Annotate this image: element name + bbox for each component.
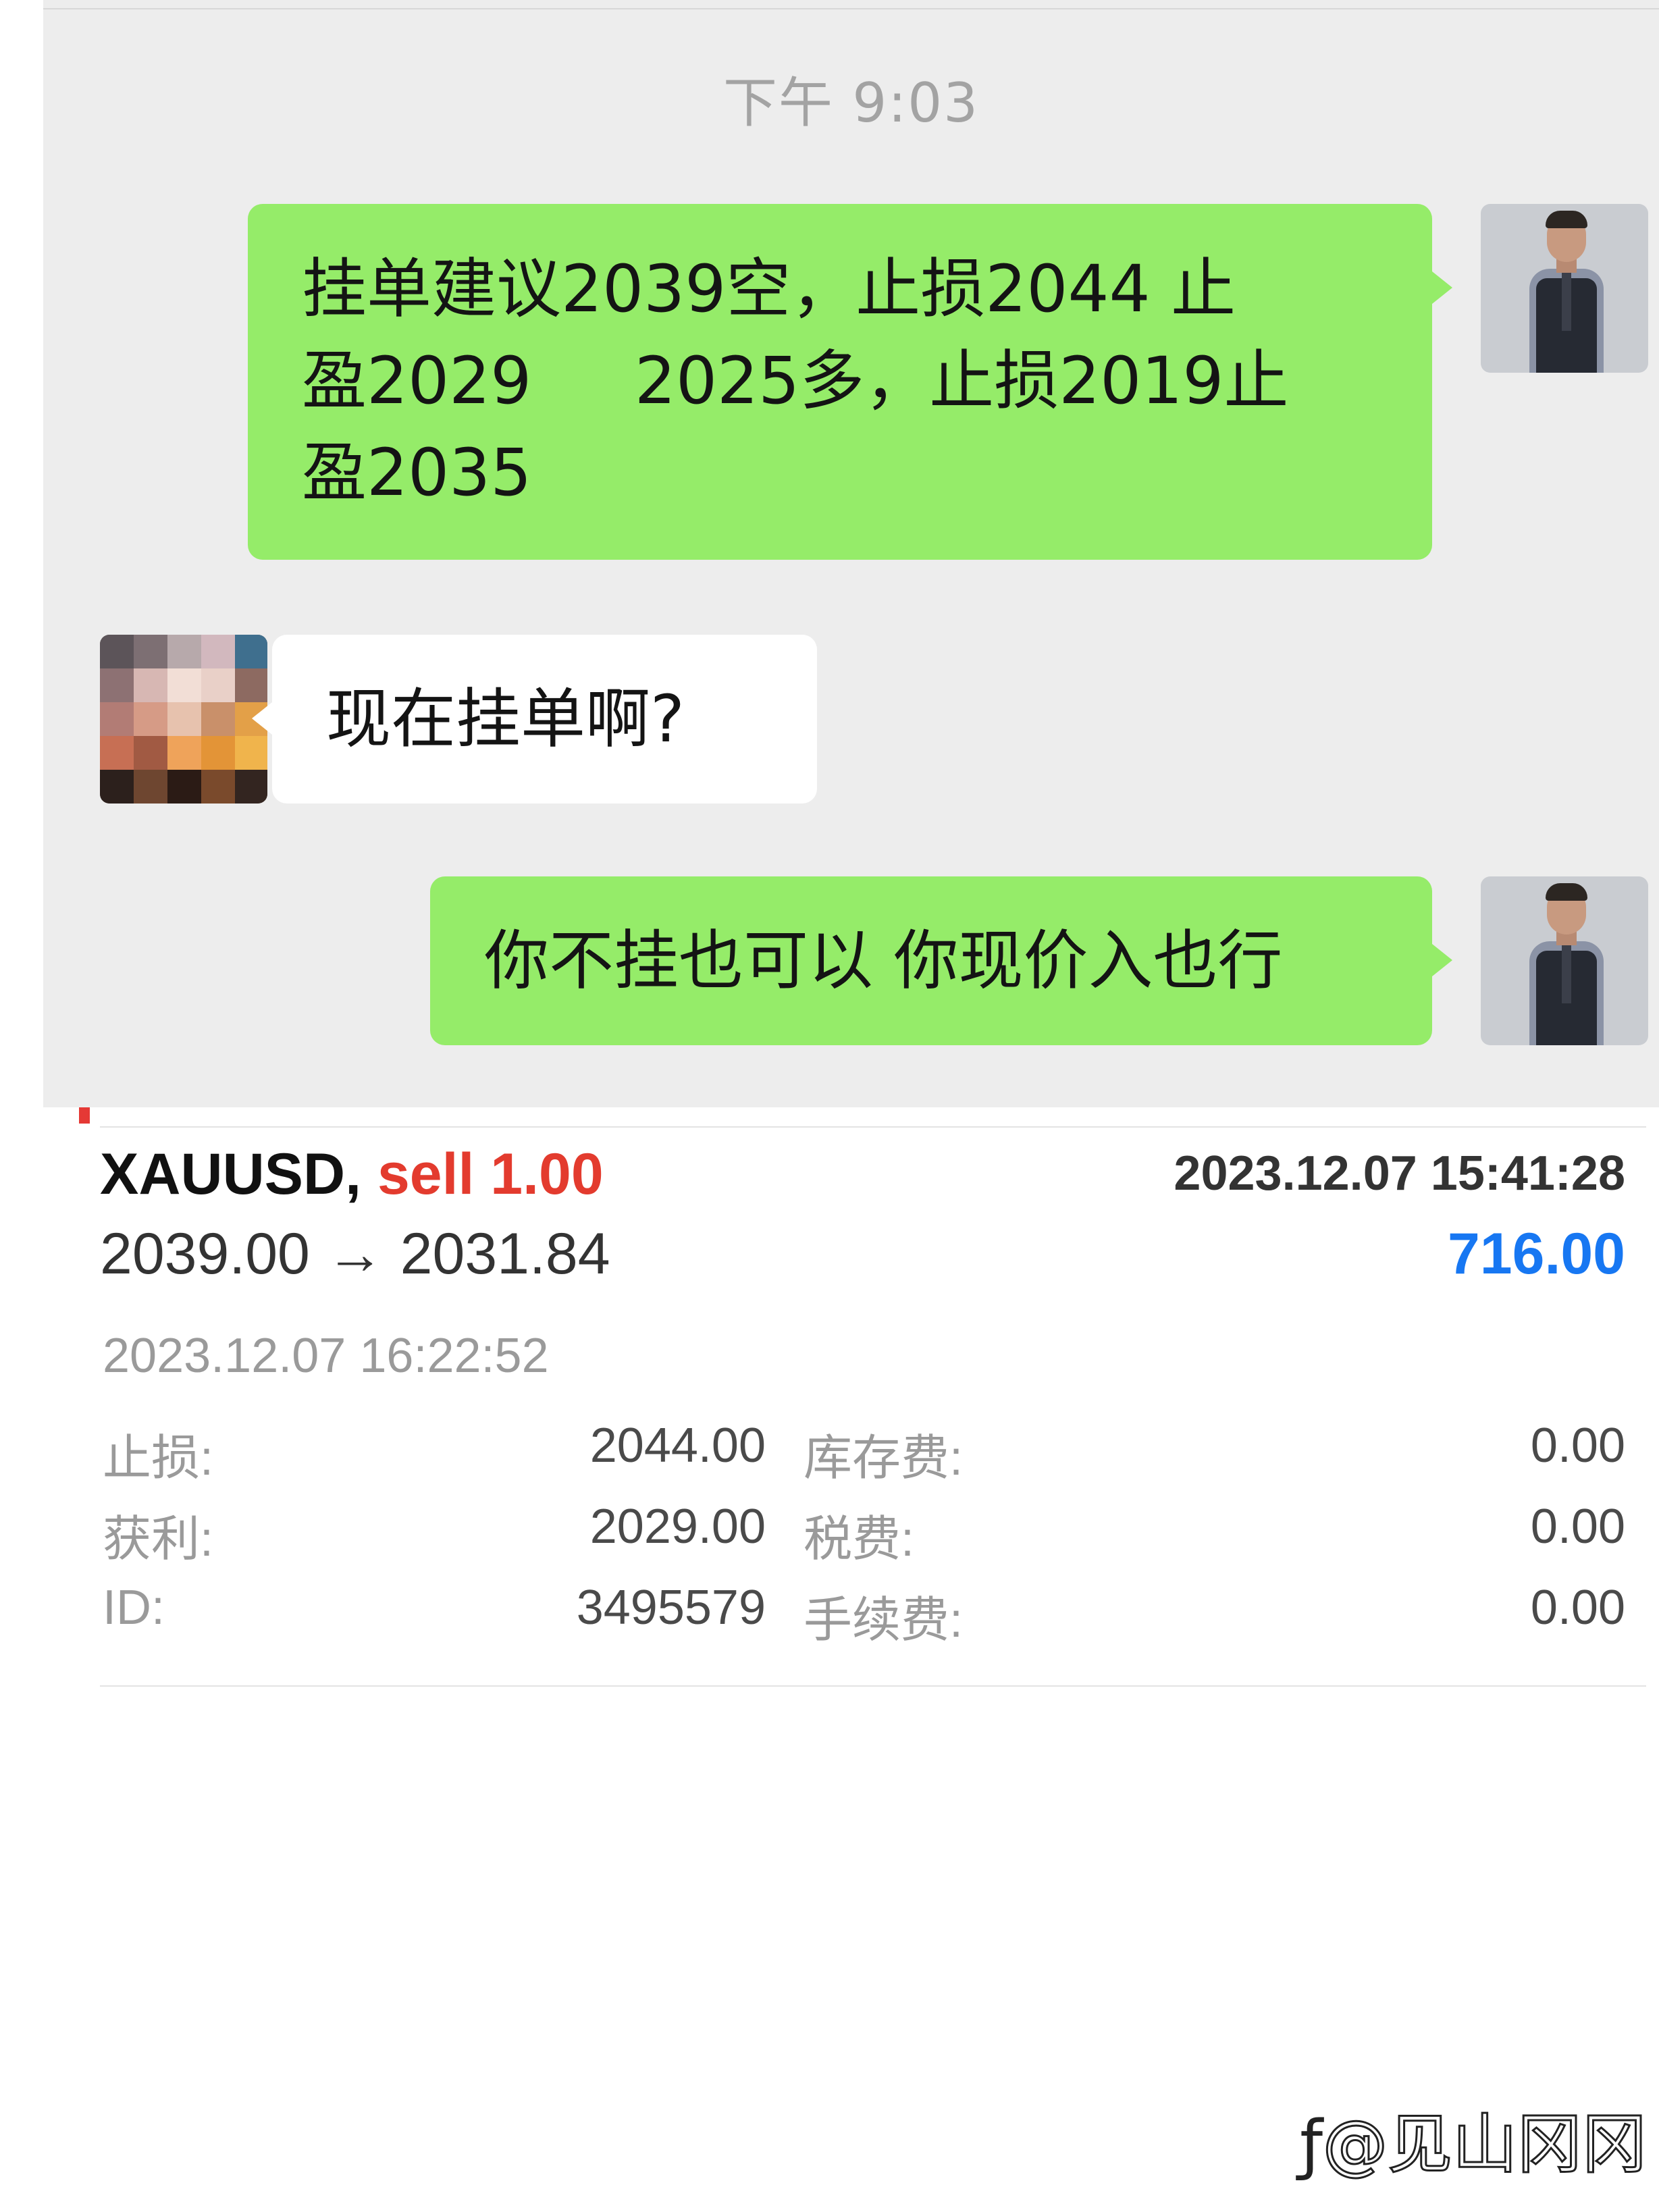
- avatar[interactable]: [100, 635, 267, 804]
- message-bubble-outgoing[interactable]: 你不挂也可以 你现价入也行: [430, 876, 1432, 1045]
- screenshot: 下午 9:03 挂单建议2039空，止损2044 止 盈2029 2025多，止…: [0, 0, 1659, 2212]
- commission-value: 0.00: [1530, 1581, 1625, 1635]
- symbol-label: XAUUSD,: [100, 1142, 362, 1207]
- platform-logo-icon: ƒ: [1300, 2107, 1323, 2182]
- tax-label: 税费:: [804, 1512, 915, 1566]
- trade-symbol: XAUUSD, sell 1.00: [100, 1141, 604, 1208]
- bubble-tail: [1432, 271, 1452, 304]
- divider: [43, 8, 1659, 9]
- order-id-label: ID:: [103, 1581, 165, 1635]
- trade-prices: 2039.00 → 2031.84: [100, 1221, 610, 1286]
- take-profit-value: 2029.00: [589, 1500, 766, 1554]
- message-line: 盈2035: [302, 435, 532, 510]
- bubble-tail: [252, 702, 272, 735]
- tax-value: 0.00: [1530, 1500, 1625, 1554]
- bubble-tail: [1432, 944, 1452, 976]
- avatar[interactable]: [1481, 876, 1648, 1045]
- message-bubble-outgoing[interactable]: 挂单建议2039空，止损2044 止 盈2029 2025多，止损2019止 盈…: [248, 204, 1432, 560]
- take-profit-label: 获利:: [103, 1512, 214, 1566]
- divider: [100, 1126, 1646, 1128]
- trade-profit: 716.00: [1447, 1221, 1625, 1286]
- avatar[interactable]: [1481, 204, 1648, 373]
- message-line: 盈2029 2025多，止损2019止: [302, 343, 1289, 419]
- swap-label: 库存费:: [804, 1431, 964, 1485]
- order-id-value: 3495579: [576, 1581, 766, 1635]
- watermark: ƒ@见山冈冈: [1300, 2092, 1648, 2186]
- chat-timestamp: 下午 9:03: [722, 72, 980, 134]
- message-bubble-incoming[interactable]: 现在挂单啊?: [272, 635, 817, 804]
- commission-label: 手续费:: [804, 1594, 964, 1648]
- close-time: 2023.12.07 16:22:52: [103, 1329, 549, 1383]
- open-time: 2023.12.07 15:41:28: [1174, 1147, 1625, 1201]
- stop-loss-label: 止损:: [103, 1431, 214, 1485]
- message-line: 挂单建议2039空，止损2044 止: [302, 251, 1236, 327]
- trade-side-volume: sell 1.00: [377, 1142, 604, 1207]
- stop-loss-value: 2044.00: [589, 1419, 766, 1473]
- divider: [100, 1685, 1646, 1687]
- sell-marker: [79, 1107, 90, 1124]
- watermark-text: @见山冈冈: [1322, 2106, 1648, 2184]
- swap-value: 0.00: [1530, 1419, 1625, 1473]
